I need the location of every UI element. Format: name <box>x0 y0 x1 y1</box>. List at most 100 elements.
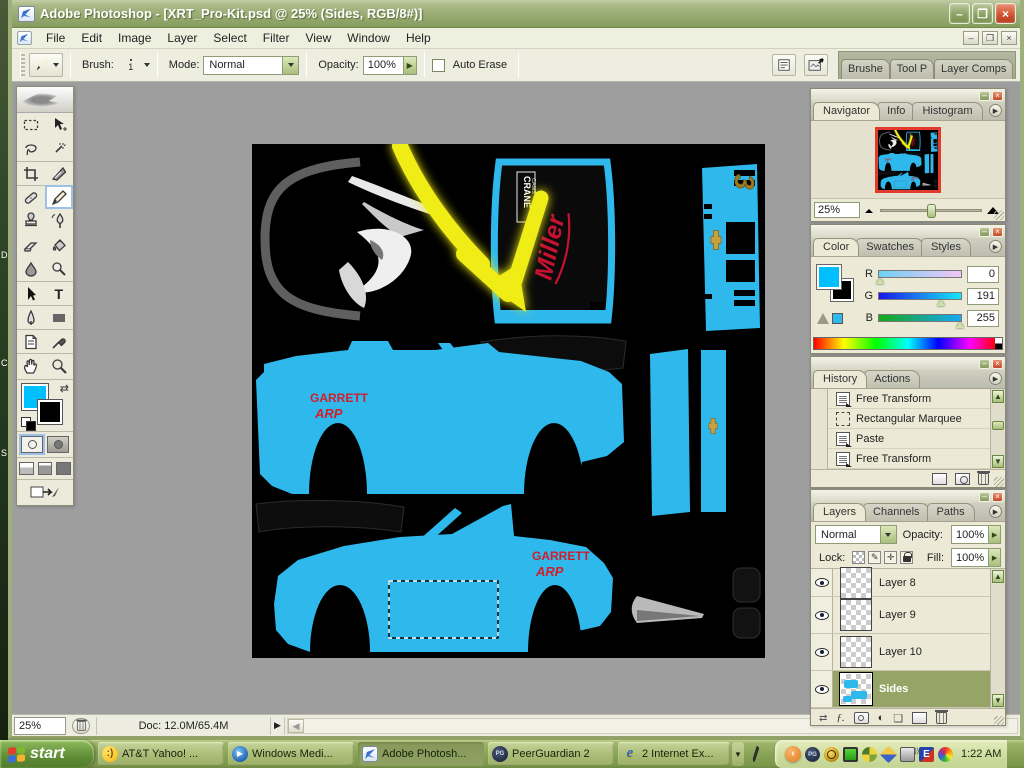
lock-all-icon[interactable] <box>900 551 914 564</box>
menu-filter[interactable]: Filter <box>255 29 298 47</box>
default-colors-icon[interactable] <box>21 417 36 431</box>
pencil-tool[interactable] <box>45 185 73 209</box>
opacity-field[interactable]: 100% ▶ <box>362 55 417 75</box>
document-restore-button[interactable]: ❐ <box>982 31 998 45</box>
history-scrollbar[interactable]: ▲ ▼ <box>990 389 1005 469</box>
menu-file[interactable]: File <box>38 29 73 47</box>
mode-select-button[interactable] <box>282 56 299 74</box>
blue-slider-thumb[interactable] <box>956 322 965 328</box>
status-menu-arrow[interactable]: ▶ <box>271 716 285 735</box>
well-tab-brushes[interactable]: Brushe <box>841 59 890 79</box>
menu-image[interactable]: Image <box>110 29 159 47</box>
palette-menu-button[interactable]: ▶ <box>989 240 1002 253</box>
layer-thumbnail[interactable] <box>840 636 872 668</box>
taskbar-button-photoshop[interactable]: Adobe Photosh... <box>358 742 484 766</box>
history-step[interactable]: Free Transform <box>811 448 990 469</box>
tray-globe-icon[interactable] <box>824 746 839 762</box>
history-source-box[interactable] <box>811 448 828 469</box>
tray-pinwheel-icon[interactable] <box>862 746 877 762</box>
lock-transparency-icon[interactable] <box>852 551 866 564</box>
go-to-bridge-button[interactable] <box>804 54 828 76</box>
document-size-readout[interactable]: Doc: 12.0M/65.4M <box>96 716 271 735</box>
history-source-box[interactable] <box>811 388 828 409</box>
zoom-out-mountain-icon[interactable] <box>864 205 876 215</box>
palette-titlebar[interactable]: – × <box>811 225 1005 238</box>
color-spectrum-ramp[interactable] <box>813 336 1003 350</box>
palette-titlebar[interactable]: – × <box>811 490 1005 503</box>
navigator-zoom-slider[interactable] <box>880 203 982 218</box>
marquee-tool[interactable] <box>17 113 45 137</box>
menu-select[interactable]: Select <box>205 29 254 47</box>
tab-info[interactable]: Info <box>877 102 916 120</box>
layer-group-icon[interactable]: ❏ <box>893 712 903 725</box>
foreground-color-swatch[interactable] <box>816 264 842 290</box>
red-slider[interactable] <box>875 270 962 284</box>
background-color-swatch[interactable] <box>37 399 63 425</box>
status-info-icon[interactable] <box>72 717 90 734</box>
tray-cube-icon[interactable] <box>879 745 898 763</box>
zoom-tool[interactable] <box>45 353 73 377</box>
history-source-box[interactable] <box>811 408 828 429</box>
tab-actions[interactable]: Actions <box>864 370 921 388</box>
palette-resize-grip[interactable] <box>994 477 1004 487</box>
taskbar-button-internet-explorer[interactable]: 2 Internet Ex... <box>618 742 730 766</box>
current-tool-button[interactable] <box>29 53 63 77</box>
delete-layer-icon[interactable] <box>935 710 949 724</box>
magic-wand-tool[interactable] <box>45 137 73 161</box>
quick-mask-button[interactable] <box>47 436 69 453</box>
layer-row-selected[interactable]: Sides <box>811 671 1005 708</box>
clone-stamp-tool[interactable] <box>17 209 45 233</box>
scroll-down-arrow[interactable]: ▼ <box>992 694 1004 707</box>
scroll-left-arrow[interactable]: ◀ <box>288 718 304 733</box>
layer-style-icon[interactable]: ƒ. <box>836 712 844 724</box>
document-canvas[interactable]: CRANE CAMS Miller 3 GARRETT ARP GARRETT … <box>252 144 765 658</box>
options-grip[interactable] <box>20 52 25 78</box>
document-icon[interactable] <box>17 31 32 45</box>
shape-tool[interactable] <box>45 305 73 329</box>
lock-position-icon[interactable]: ✛ <box>884 551 898 564</box>
layer-row[interactable]: Layer 10 <box>811 634 1005 671</box>
visibility-toggle[interactable] <box>811 597 833 633</box>
navigator-preview-area[interactable] <box>811 121 1005 198</box>
layer-thumbnail[interactable] <box>840 566 872 599</box>
tab-history[interactable]: History <box>813 370 868 388</box>
adjustment-layer-icon[interactable]: ◐ <box>878 712 885 724</box>
tab-navigator[interactable]: Navigator <box>813 102 881 120</box>
standard-screen-button[interactable] <box>19 462 34 475</box>
dodge-tool[interactable] <box>45 257 73 281</box>
eyedropper-tool[interactable] <box>45 329 73 353</box>
palette-minimize-icon[interactable]: – <box>979 226 990 237</box>
type-tool[interactable]: T <box>45 281 73 305</box>
link-layers-icon[interactable]: ⇄ <box>819 713 827 724</box>
layer-opacity-field[interactable]: 100% ▶ <box>951 525 1001 544</box>
green-slider[interactable] <box>878 292 962 306</box>
gamut-color-swatch[interactable] <box>832 313 843 324</box>
crop-tool[interactable] <box>17 161 45 185</box>
swap-colors-icon[interactable]: ⇄ <box>60 382 69 395</box>
healing-brush-tool[interactable] <box>17 185 45 209</box>
history-brush-tool[interactable] <box>45 209 73 233</box>
history-source-box[interactable] <box>811 428 828 449</box>
titlebar[interactable]: Adobe Photoshop - [XRT_Pro-Kit.psd @ 25%… <box>12 0 1020 28</box>
layer-row[interactable]: Layer 9 <box>811 597 1005 634</box>
menu-edit[interactable]: Edit <box>73 29 110 47</box>
visibility-toggle[interactable] <box>811 569 833 596</box>
well-tab-layer-comps[interactable]: Layer Comps <box>934 59 1013 79</box>
palette-close-icon[interactable]: × <box>992 226 1003 237</box>
blue-value[interactable]: 255 <box>967 309 999 327</box>
taskbar-button-peerguardian[interactable]: PeerGuardian 2 <box>488 742 614 766</box>
palette-close-icon[interactable]: × <box>992 358 1003 369</box>
palette-resize-grip[interactable] <box>994 210 1004 220</box>
pen-input-icon[interactable] <box>744 740 770 768</box>
tab-layers[interactable]: Layers <box>813 503 867 521</box>
opacity-slider-button[interactable]: ▶ <box>402 56 416 74</box>
red-slider-thumb[interactable] <box>875 278 884 284</box>
jump-to-imageready-button[interactable] <box>30 484 60 500</box>
layer-row[interactable]: Layer 8 <box>811 566 1005 599</box>
eraser-tool[interactable] <box>17 233 45 257</box>
delete-state-icon[interactable] <box>977 471 990 485</box>
opacity-slider-button[interactable]: ▶ <box>988 526 1000 543</box>
tray-swirl-icon[interactable] <box>938 746 953 762</box>
history-step[interactable]: Rectangular Marquee <box>811 408 990 429</box>
scroll-up-arrow[interactable]: ▲ <box>992 570 1004 583</box>
